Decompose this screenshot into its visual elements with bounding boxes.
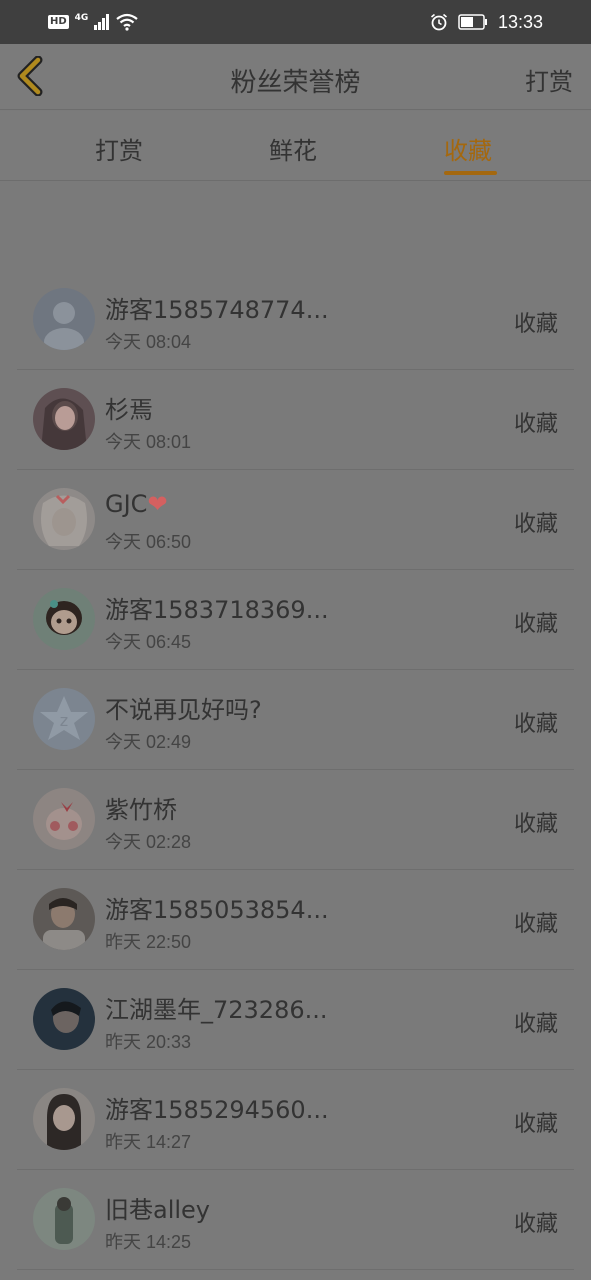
battery-icon [458, 14, 487, 30]
tab-reward[interactable]: 打赏 [95, 131, 143, 166]
photo-avatar [33, 1088, 95, 1150]
photo-avatar [33, 1188, 95, 1250]
list-item[interactable]: 游客1585053854... 昨天 22:50 收藏 [17, 870, 574, 970]
list-item[interactable]: 紫竹桥 今天 02:28 收藏 [17, 770, 574, 870]
status-right: 13:33 [430, 12, 543, 33]
default-avatar [33, 288, 95, 350]
reward-button[interactable]: 打赏 [525, 62, 573, 97]
user-time: 今天 06:50 [105, 532, 192, 552]
status-bar: HD 4G 13:33 [0, 0, 591, 44]
list-item[interactable]: GJC❤ 今天 06:50 收藏 [17, 470, 574, 570]
user-name: 江湖墨年_723286... [105, 996, 328, 1024]
anime-avatar [33, 788, 95, 850]
action-label: 收藏 [513, 712, 558, 737]
list-item[interactable]: 游客1583718369... 今天 06:45 收藏 [17, 570, 574, 670]
user-time: 昨天 20:33 [105, 1032, 192, 1052]
photo-avatar [33, 988, 95, 1050]
clock: 13:33 [497, 11, 543, 32]
user-name: 杉焉 [105, 396, 153, 424]
user-name: 旧巷alley [105, 1196, 211, 1224]
wifi-icon [116, 13, 139, 31]
tab-flowers[interactable]: 鲜花 [269, 131, 317, 166]
user-time: 今天 02:28 [105, 832, 192, 852]
action-label: 收藏 [513, 312, 558, 337]
active-tab-indicator [444, 171, 497, 175]
list-item[interactable]: 游客1585748774... 今天 08:04 收藏 [17, 270, 574, 370]
alarm-icon [430, 13, 447, 31]
action-label: 收藏 [513, 412, 558, 437]
action-label: 收藏 [513, 1212, 558, 1237]
action-label: 收藏 [513, 1112, 558, 1137]
action-label: 收藏 [513, 812, 558, 837]
tab-bar: 打赏 鲜花 收藏 [0, 111, 591, 181]
user-name: GJC❤ [105, 490, 168, 518]
photo-avatar [33, 388, 95, 450]
tab-favorites[interactable]: 收藏 [444, 131, 492, 166]
user-name: 游客1585748774... [105, 296, 329, 324]
signal-icon [94, 14, 110, 30]
list-item[interactable]: 杉焉 今天 08:01 收藏 [17, 370, 574, 470]
network-type: 4G [74, 13, 89, 23]
illustration-avatar [33, 488, 95, 550]
user-name: 不说再见好吗? [105, 696, 262, 724]
user-time: 今天 08:04 [105, 332, 192, 352]
heart-icon: ❤ [147, 490, 168, 518]
action-label: 收藏 [513, 512, 558, 537]
hd-icon: HD [48, 15, 69, 29]
status-left: HD 4G [48, 13, 139, 31]
list-item[interactable]: z 不说再见好吗? 今天 02:49 收藏 [17, 670, 574, 770]
photo-avatar [33, 888, 95, 950]
app-header: 粉丝荣誉榜 打赏 [0, 44, 591, 110]
action-label: 收藏 [513, 1012, 558, 1037]
user-name: 游客1583718369... [105, 596, 329, 624]
user-time: 昨天 14:25 [105, 1232, 192, 1252]
action-label: 收藏 [513, 612, 558, 637]
user-name: 游客1585053854... [105, 896, 329, 924]
user-time: 昨天 14:27 [105, 1132, 192, 1152]
list-item[interactable]: 游客1585294560... 昨天 14:27 收藏 [17, 1070, 574, 1170]
user-time: 今天 02:49 [105, 732, 192, 752]
svg-text:z: z [60, 711, 68, 730]
page-title: 粉丝荣誉榜 [230, 68, 361, 98]
fan-list: 游客1585748774... 今天 08:04 收藏 杉焉 今天 08:01 … [0, 270, 591, 1270]
user-time: 今天 06:45 [105, 632, 192, 652]
user-name: 游客1585294560... [105, 1096, 329, 1124]
list-item[interactable]: 江湖墨年_723286... 昨天 20:33 收藏 [17, 970, 574, 1070]
action-label: 收藏 [513, 912, 558, 937]
cartoon-girl-avatar [33, 588, 95, 650]
list-item[interactable]: 旧巷alley 昨天 14:25 收藏 [17, 1170, 574, 1270]
user-time: 昨天 22:50 [105, 932, 192, 952]
qq-avatar: z [33, 688, 95, 750]
user-name: 紫竹桥 [105, 796, 177, 824]
user-time: 今天 08:01 [105, 432, 192, 452]
